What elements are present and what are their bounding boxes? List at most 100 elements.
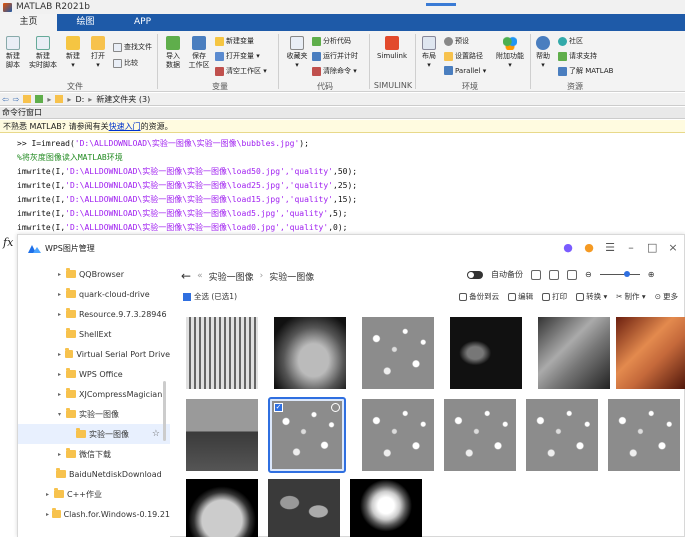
thumbnail-bubbles[interactable] [444, 399, 516, 471]
back-icon[interactable]: ⇦ [2, 95, 9, 104]
new-live-script-button[interactable]: 新建 实时脚本 [27, 36, 59, 70]
function-prompt-icon[interactable]: fx [3, 236, 13, 249]
browse-icon[interactable] [35, 95, 44, 103]
path-segment[interactable]: D: [75, 95, 84, 104]
tree-scrollbar[interactable] [163, 381, 166, 441]
auto-backup-toggle[interactable] [467, 270, 483, 279]
tree-item[interactable]: ▸ QQBrowser [18, 264, 170, 284]
cloud-icon[interactable] [531, 269, 541, 280]
thumbnail-beans[interactable] [268, 479, 340, 537]
ribbon: 新建 脚本 新建 实时脚本 新建 ▾ 打开 ▾ 查找文件 比较 文件 导入 数据 [0, 31, 685, 92]
checkbox-checked-icon[interactable]: ✓ [274, 403, 283, 412]
zoom-in-icon[interactable]: ⊕ [648, 270, 655, 279]
thumbnail-bubbles[interactable] [526, 399, 598, 471]
forward-icon[interactable]: ⇨ [13, 95, 20, 104]
quick-start-link[interactable]: 快速入门 [109, 122, 141, 131]
path-segment[interactable]: 新建文件夹 (3) [96, 94, 150, 105]
select-all[interactable]: 全选 (已选1) [183, 291, 237, 302]
tab-apps[interactable]: APP [114, 14, 171, 31]
select-all-checkbox[interactable] [183, 292, 191, 301]
tree-item[interactable]: ▸ C++作业 [18, 484, 170, 504]
simulink-icon [385, 36, 399, 50]
thumbnail-rose[interactable] [350, 479, 422, 537]
import-data-button[interactable]: 导入 数据 [163, 36, 183, 70]
tree-item[interactable]: ShellExt [18, 324, 170, 344]
convert-button[interactable]: 转换 ▾ [576, 291, 607, 302]
backup-to-cloud-button[interactable]: 备份到云 [459, 291, 499, 302]
thumbnail-circuit[interactable] [186, 317, 258, 389]
breadcrumb-item[interactable]: 实验一图像 [209, 270, 254, 283]
thumbnail-bubbles[interactable] [362, 399, 434, 471]
compare-icon [113, 58, 122, 68]
compare-button[interactable]: 比较 [113, 58, 138, 68]
tree-item[interactable]: ▸ XJCompressMagician [18, 384, 170, 404]
close-icon[interactable]: × [668, 241, 678, 254]
thumbnail-lena-color[interactable] [616, 317, 685, 389]
new-script-button[interactable]: 新建 脚本 [3, 36, 23, 70]
back-arrow-icon[interactable]: ← [181, 269, 191, 283]
addons-button[interactable]: 附加功能 ▾ [494, 36, 526, 70]
run-and-time-icon [312, 51, 321, 61]
ribbon-separator [157, 34, 158, 89]
edit-button[interactable]: 编辑 [508, 291, 533, 302]
more-button[interactable]: ⊙ 更多 [655, 291, 678, 302]
avatar[interactable]: ● [563, 241, 573, 254]
tree-item[interactable]: ▾ 实验一图像 [18, 404, 170, 424]
thumbnail-mammogram[interactable] [274, 317, 346, 389]
layout-button[interactable]: 布局 ▾ [419, 36, 439, 70]
tree-item[interactable]: ▸ 微信下载 [18, 444, 170, 464]
clear-commands-button[interactable]: 清除命令 ▾ [312, 66, 357, 76]
clear-workspace-button[interactable]: 清空工作区 ▾ [215, 66, 267, 76]
command-window[interactable]: >> I=imread('D:\ALLDOWNLOAD\实验一图像\实验一图像\… [0, 134, 685, 234]
tree-item[interactable]: ▸ Resource.9.7.3.28946 [18, 304, 170, 324]
command-comment: %将灰度图像读入MATLAB环境 [17, 153, 123, 162]
up-folder-icon[interactable] [23, 95, 32, 103]
set-path-button[interactable]: 设置路径 [444, 51, 483, 61]
coin-icon[interactable]: ● [584, 241, 594, 254]
open-button[interactable]: 打开 ▾ [87, 36, 109, 70]
share-icon[interactable] [549, 269, 559, 280]
print-button[interactable]: 打印 [542, 291, 567, 302]
view-icon[interactable] [567, 269, 577, 280]
request-support-button[interactable]: 请求支持 [558, 51, 597, 61]
make-button[interactable]: ✂ 制作 ▾ [616, 291, 645, 302]
learn-matlab-button[interactable]: 了解 MATLAB [558, 66, 613, 76]
tab-home[interactable]: 主页 [0, 14, 57, 31]
thumbnail-moon[interactable] [186, 479, 258, 537]
preferences-button[interactable]: 预设 [444, 36, 469, 46]
minimize-icon[interactable]: – [626, 241, 636, 254]
new-variable-button[interactable]: 新建变量 [215, 36, 254, 46]
tree-item[interactable]: BaiduNetdiskDownload [18, 464, 170, 484]
thumbnail-xray[interactable] [450, 317, 522, 389]
tree-item-selected[interactable]: 实验一图像 ☆ [18, 424, 170, 444]
save-workspace-button[interactable]: 保存 工作区 [187, 36, 211, 70]
star-icon[interactable]: ☆ [152, 429, 160, 439]
parallel-button[interactable]: Parallel ▾ [444, 66, 486, 75]
zoom-out-icon[interactable]: ⊖ [585, 270, 592, 279]
tree-item[interactable]: ▸ Virtual Serial Port Drive [18, 344, 170, 364]
tree-item[interactable]: ▸ WPS Office [18, 364, 170, 384]
command-line: >> I=imread('D:\ALLDOWNLOAD\实验一图像\实验一图像\… [17, 139, 309, 148]
menu-icon[interactable]: ☰ [605, 241, 615, 254]
favorites-button[interactable]: 收藏夹 ▾ [284, 36, 310, 70]
help-button[interactable]: 帮助 ▾ [533, 36, 553, 70]
find-files-button[interactable]: 查找文件 [113, 42, 152, 52]
tab-plots[interactable]: 绘图 [57, 14, 114, 31]
breadcrumb-item[interactable]: 实验一图像 [269, 270, 314, 283]
new-button[interactable]: 新建 ▾ [63, 36, 83, 70]
run-and-time-button[interactable]: 运行并计时 [312, 51, 358, 61]
thumbnail-bubbles-selected[interactable]: ✓ [268, 397, 346, 473]
community-button[interactable]: 社区 [558, 36, 583, 46]
ribbon-separator [369, 34, 370, 89]
thumbnail-cameraman[interactable] [186, 399, 258, 471]
analyze-code-button[interactable]: 分析代码 [312, 36, 351, 46]
thumbnail-bubbles[interactable] [608, 399, 680, 471]
tree-item[interactable]: ▸ Clash.for.Windows-0.19.21 [18, 504, 170, 524]
simulink-button[interactable]: Simulink [373, 36, 411, 61]
tree-item[interactable]: ▸ quark-cloud-drive [18, 284, 170, 304]
thumbnail-bubbles[interactable] [362, 317, 434, 389]
open-variable-button[interactable]: 打开变量 ▾ [215, 51, 260, 61]
thumbnail-lena-gray[interactable] [538, 317, 610, 389]
zoom-slider[interactable] [599, 271, 640, 277]
maximize-icon[interactable]: □ [647, 241, 657, 254]
